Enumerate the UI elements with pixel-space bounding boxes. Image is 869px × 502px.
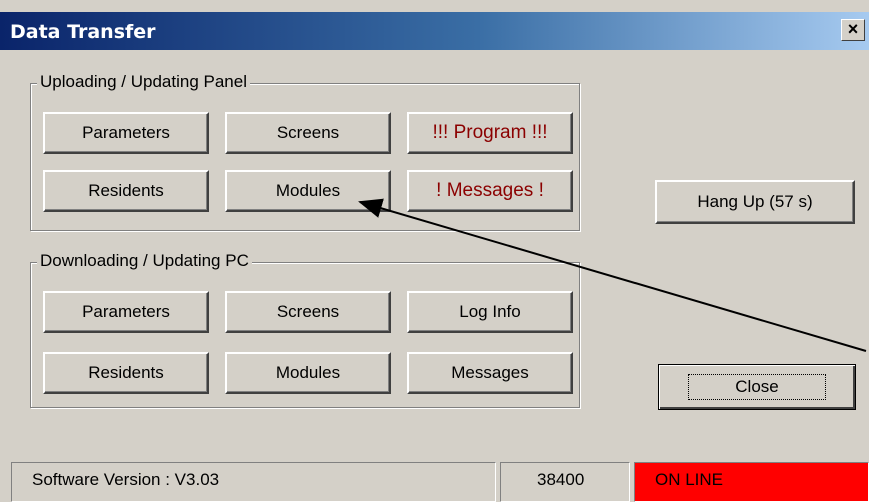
data-transfer-window: Data Transfer × Uploading / Updating Pan… (0, 0, 869, 502)
upload-group-label: Uploading / Updating Panel (37, 72, 250, 92)
upload-parameters-button[interactable]: Parameters (43, 112, 209, 154)
status-bar: Software Version : V3.03 38400 ON LINE (0, 462, 869, 502)
close-button[interactable]: Close (658, 364, 856, 410)
upload-messages-button[interactable]: ! Messages ! (407, 170, 573, 212)
upload-residents-button[interactable]: Residents (43, 170, 209, 212)
hang-up-button[interactable]: Hang Up (57 s) (655, 180, 855, 224)
close-button-label: Close (688, 374, 826, 400)
software-version-panel: Software Version : V3.03 (11, 462, 496, 502)
download-screens-button[interactable]: Screens (225, 291, 391, 333)
window-title: Data Transfer (10, 21, 156, 43)
download-modules-button[interactable]: Modules (225, 352, 391, 394)
download-log-info-button[interactable]: Log Info (407, 291, 573, 333)
download-parameters-button[interactable]: Parameters (43, 291, 209, 333)
upload-program-button[interactable]: !!! Program !!! (407, 112, 573, 154)
download-messages-button[interactable]: Messages (407, 352, 573, 394)
title-bar[interactable]: Data Transfer × (0, 12, 869, 50)
download-residents-button[interactable]: Residents (43, 352, 209, 394)
upload-modules-button[interactable]: Modules (225, 170, 391, 212)
connection-status-panel: ON LINE (634, 462, 869, 502)
download-group-label: Downloading / Updating PC (37, 251, 252, 271)
close-icon[interactable]: × (841, 19, 865, 41)
baud-rate-panel: 38400 (500, 462, 630, 502)
upload-screens-button[interactable]: Screens (225, 112, 391, 154)
